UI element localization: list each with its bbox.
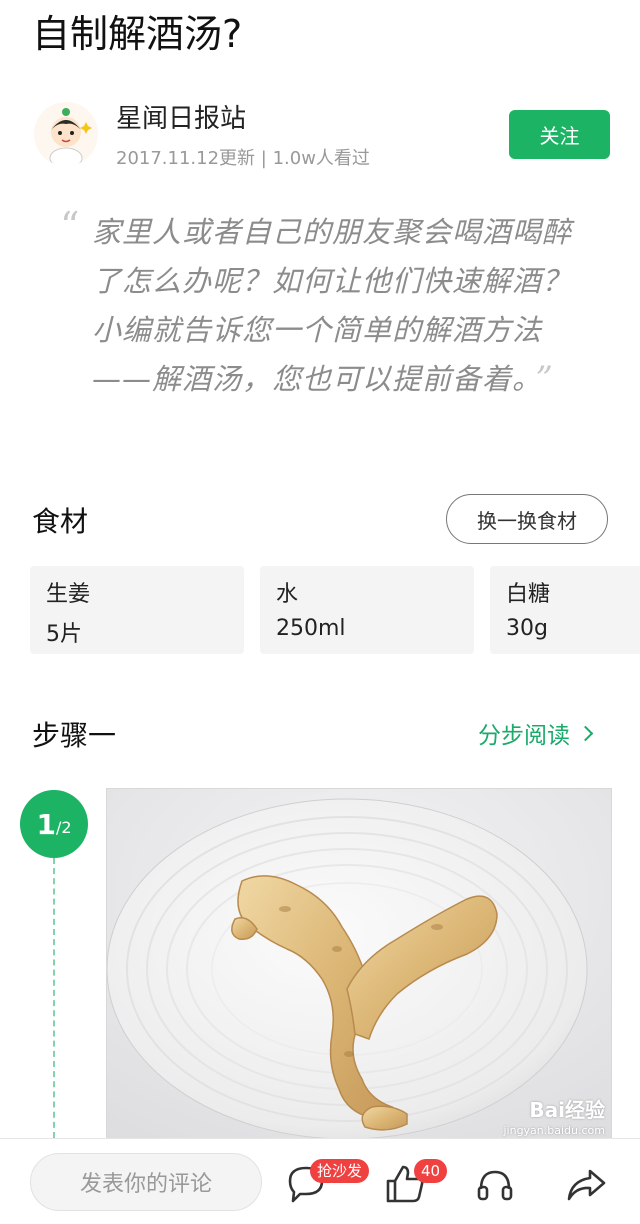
quote-open-mark: “ bbox=[60, 204, 80, 248]
follow-button[interactable]: 关注 bbox=[509, 110, 610, 159]
swap-ingredients-button[interactable]: 换一换食材 bbox=[446, 494, 608, 544]
intro-quote: 家里人或者自己的朋友聚会喝酒喝醉了怎么办呢？如何让他们快速解酒？小编就告诉您一个… bbox=[92, 208, 584, 404]
author-name[interactable]: 星闻日报站 bbox=[116, 98, 246, 135]
ingredient-amount: 5片 bbox=[46, 622, 82, 647]
bottom-bar: 发表你的评论 抢沙发 40 bbox=[0, 1138, 640, 1224]
chevron-right-icon bbox=[577, 725, 594, 741]
ingredient-name: 水 bbox=[276, 582, 299, 607]
step-index: 1 bbox=[36, 807, 56, 841]
headphones-icon bbox=[477, 1170, 513, 1201]
quote-close-mark: ” bbox=[535, 359, 554, 399]
author-row: 星闻日报站 2017.11.12更新 | 1.0w人看过 关注 bbox=[0, 98, 640, 178]
article-title: 自制解酒汤? bbox=[32, 12, 243, 56]
comment-badge: 抢沙发 bbox=[310, 1159, 370, 1183]
ingredient-card: 生姜 5片 bbox=[30, 566, 244, 654]
step-title: 步骤一 bbox=[32, 719, 117, 752]
ingredient-name: 生姜 bbox=[46, 582, 91, 607]
ingredient-amount: 250ml bbox=[276, 616, 346, 641]
comment-input[interactable]: 发表你的评论 bbox=[30, 1153, 262, 1211]
share-button[interactable] bbox=[564, 1163, 608, 1205]
like-count-badge: 40 bbox=[414, 1159, 448, 1183]
article-meta: 2017.11.12更新 | 1.0w人看过 bbox=[116, 148, 370, 169]
ingredient-name: 白糖 bbox=[506, 582, 551, 607]
ingredients-title: 食材 bbox=[32, 505, 89, 538]
ingredient-amount: 30g bbox=[506, 616, 548, 641]
author-avatar[interactable] bbox=[34, 102, 98, 166]
step-number-badge: 1/2 bbox=[20, 790, 88, 858]
step-total: /2 bbox=[55, 817, 72, 837]
ingredient-card: 水 250ml bbox=[260, 566, 474, 654]
step-image[interactable]: Bai经验 jingyan.baidu.com bbox=[106, 788, 612, 1140]
step-read-link[interactable]: 分步阅读 bbox=[478, 716, 594, 750]
share-icon bbox=[567, 1169, 606, 1201]
step-read-label: 分步阅读 bbox=[478, 723, 570, 749]
listen-button[interactable] bbox=[474, 1163, 516, 1205]
watermark-logo: Bai经验 bbox=[529, 1098, 605, 1122]
intro-text: 家里人或者自己的朋友聚会喝酒喝醉了怎么办呢？如何让他们快速解酒？小编就告诉您一个… bbox=[92, 215, 573, 396]
step-timeline bbox=[53, 858, 55, 1138]
ingredient-card: 白糖 30g bbox=[490, 566, 640, 654]
watermark-url: jingyan.baidu.com bbox=[503, 1124, 605, 1137]
